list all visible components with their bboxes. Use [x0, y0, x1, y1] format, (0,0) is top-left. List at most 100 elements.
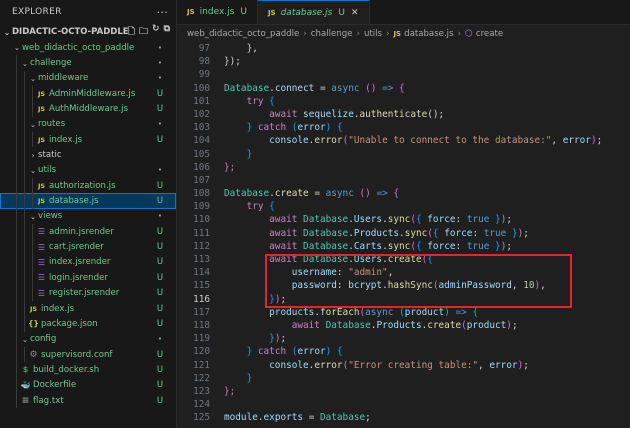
code-line[interactable]: Database.create = async () => {: [224, 187, 630, 200]
code-line[interactable]: await Database.Users.sync({ force: true …: [224, 213, 630, 226]
code-line[interactable]: });: [224, 293, 630, 306]
code-line[interactable]: try {: [224, 95, 630, 108]
code-token: :: [472, 227, 484, 239]
code-line[interactable]: [224, 68, 630, 81]
tab-database-js[interactable]: JS database.js U ✕: [257, 0, 370, 24]
tree-folder[interactable]: › static: [0, 147, 176, 163]
tree-file[interactable]: ☰ login.jsrender U: [0, 270, 176, 286]
tree-folder[interactable]: ⌄ routes •: [0, 116, 176, 133]
code-line[interactable]: });: [224, 332, 630, 345]
code-line[interactable]: products.forEach(async (product) => {: [224, 306, 630, 319]
refresh-icon[interactable]: ↻: [152, 24, 160, 40]
code-line[interactable]: [224, 398, 630, 411]
line-number: 124: [193, 399, 210, 411]
tree-folder[interactable]: ⌄ utils •: [0, 162, 176, 179]
tree-file[interactable]: JS index.js U: [0, 300, 176, 317]
code-token: Users: [353, 214, 383, 226]
indent-guide: [24, 86, 25, 102]
chevron-down-icon[interactable]: ⌄: [12, 43, 22, 52]
tree-folder[interactable]: ⌄ config •: [0, 331, 176, 347]
code-line[interactable]: };: [224, 161, 630, 174]
chevron-down-icon[interactable]: ⌄: [2, 28, 12, 37]
tree-file[interactable]: ⚙ supervisord.conf U: [0, 346, 176, 363]
code-line[interactable]: username: "admin",: [224, 266, 630, 279]
code-token: =: [308, 188, 326, 200]
indent-guide: [24, 147, 25, 163]
tree-file[interactable]: ☰ register.jsrender U: [0, 285, 176, 301]
symbol-method-icon: ⬡: [465, 28, 473, 39]
tree-folder[interactable]: ⌄ views •: [0, 208, 176, 225]
tree-folder[interactable]: ⌄ challenge •: [0, 55, 176, 71]
tree-file[interactable]: JS AdminMiddleware.js U: [0, 86, 176, 102]
code-line[interactable]: }: [224, 372, 630, 385]
code-line[interactable]: try {: [224, 200, 630, 213]
breadcrumb-file[interactable]: database.js: [404, 29, 453, 39]
code-token: authenticate: [359, 108, 428, 120]
tree-file[interactable]: {} package.json U: [0, 316, 176, 332]
tree-file[interactable]: ☰ index.jsrender U: [0, 254, 176, 271]
tree-file[interactable]: JS authorization.js U: [0, 178, 176, 194]
tree-file[interactable]: JS index.js U: [0, 132, 176, 148]
breadcrumb-item[interactable]: challenge: [311, 29, 353, 39]
code-line[interactable]: } catch (error) {: [224, 345, 630, 358]
code-line[interactable]: await Database.Users.create({: [224, 253, 630, 266]
code-token: force: [427, 240, 456, 252]
git-status-badge: U: [156, 104, 164, 115]
breadcrumb-item[interactable]: utils: [364, 29, 382, 39]
git-status-badge: U: [156, 395, 164, 406]
code-line[interactable]: await sequelize.authenticate();: [224, 108, 630, 121]
code-line[interactable]: console.error("Unable to connect to the …: [224, 134, 630, 147]
explorer-sidebar: EXPLORER ··· ⌄ DIDACTIC-OCTO-PADDLES 🗋 🗀…: [0, 0, 177, 428]
breadcrumb-item[interactable]: web_didactic_octo_paddle: [187, 29, 299, 39]
new-file-icon[interactable]: 🗋: [128, 24, 135, 40]
chevron-right-icon[interactable]: ›: [28, 151, 38, 160]
tree-file[interactable]: ≡ flag.txt U: [0, 392, 176, 409]
chevron-down-icon[interactable]: ⌄: [28, 74, 38, 83]
tree-folder[interactable]: ⌄ web_didactic_octo_paddle •: [0, 40, 176, 55]
chevron-down-icon[interactable]: ⌄: [28, 120, 38, 129]
code-line[interactable]: await Database.Carts.sync({ force: true …: [224, 240, 630, 253]
code-line[interactable]: console.error("Error creating table:", e…: [224, 359, 630, 372]
tree-file[interactable]: ☰ admin.jsrender U: [0, 224, 176, 240]
tab-index-js[interactable]: JS index.js U: [177, 0, 258, 24]
chevron-down-icon[interactable]: ⌄: [28, 212, 38, 221]
chevron-down-icon[interactable]: ⌄: [28, 166, 38, 175]
git-status-badge: U: [156, 288, 164, 299]
tree-file[interactable]: $ build_docker.sh U: [0, 362, 176, 378]
new-folder-icon[interactable]: 🗀: [139, 24, 148, 40]
code-line[interactable]: });: [224, 55, 630, 68]
explorer-header: EXPLORER ···: [0, 0, 176, 24]
tree-file[interactable]: 🐳 Dockerfile U: [0, 377, 176, 393]
gear-icon: ⚙: [29, 349, 38, 360]
code-line[interactable]: password: bcrypt.hashSync(adminPassword,…: [224, 279, 630, 292]
code-line[interactable]: await Database.Products.create(product);: [224, 319, 630, 332]
code-line[interactable]: module.exports = Database;: [224, 411, 630, 424]
chevron-down-icon[interactable]: ⌄: [20, 335, 30, 344]
tree-file[interactable]: JS database.js U: [0, 193, 176, 209]
git-status-badge: U: [240, 7, 247, 17]
more-actions-icon[interactable]: ···: [157, 6, 168, 19]
project-name: DIDACTIC-OCTO-PADDLES: [12, 27, 128, 37]
breadcrumb-symbol[interactable]: create: [476, 29, 503, 39]
code-token: exports: [263, 412, 304, 424]
code-line[interactable]: }: [224, 148, 630, 161]
indent-guide: [16, 224, 17, 240]
chevron-down-icon[interactable]: ⌄: [20, 59, 30, 68]
code-line[interactable]: };: [224, 385, 630, 398]
indent-guide: [32, 86, 33, 102]
indent-guide: [24, 101, 25, 117]
file-tree: ⌄ web_didactic_octo_paddle • ⌄ challenge • ⌄ mi…: [0, 40, 176, 409]
code-line[interactable]: [224, 174, 630, 187]
project-root[interactable]: ⌄ DIDACTIC-OCTO-PADDLES 🗋 🗀 ↻ ⧉: [0, 24, 176, 40]
code-editor[interactable]: 97 98 99 100 101 102 103 104 105 106 107 108 109 110 1…: [177, 42, 630, 428]
tree-file[interactable]: ☰ cart.jsrender U: [0, 239, 176, 255]
close-icon[interactable]: ✕: [351, 8, 359, 18]
collapse-all-icon[interactable]: ⧉: [164, 24, 170, 40]
code-line[interactable]: await Database.Products.sync({ force: tr…: [224, 227, 630, 240]
code-line[interactable]: Database.connect = async () => {: [224, 82, 630, 95]
code-lines[interactable]: },}); Database.connect = async () => { tr…: [224, 42, 630, 424]
code-line[interactable]: } catch (error) {: [224, 121, 630, 134]
tree-folder[interactable]: ⌄ middleware •: [0, 70, 176, 87]
code-line[interactable]: },: [224, 42, 630, 55]
tree-file[interactable]: JS AuthMiddleware.js U: [0, 101, 176, 117]
